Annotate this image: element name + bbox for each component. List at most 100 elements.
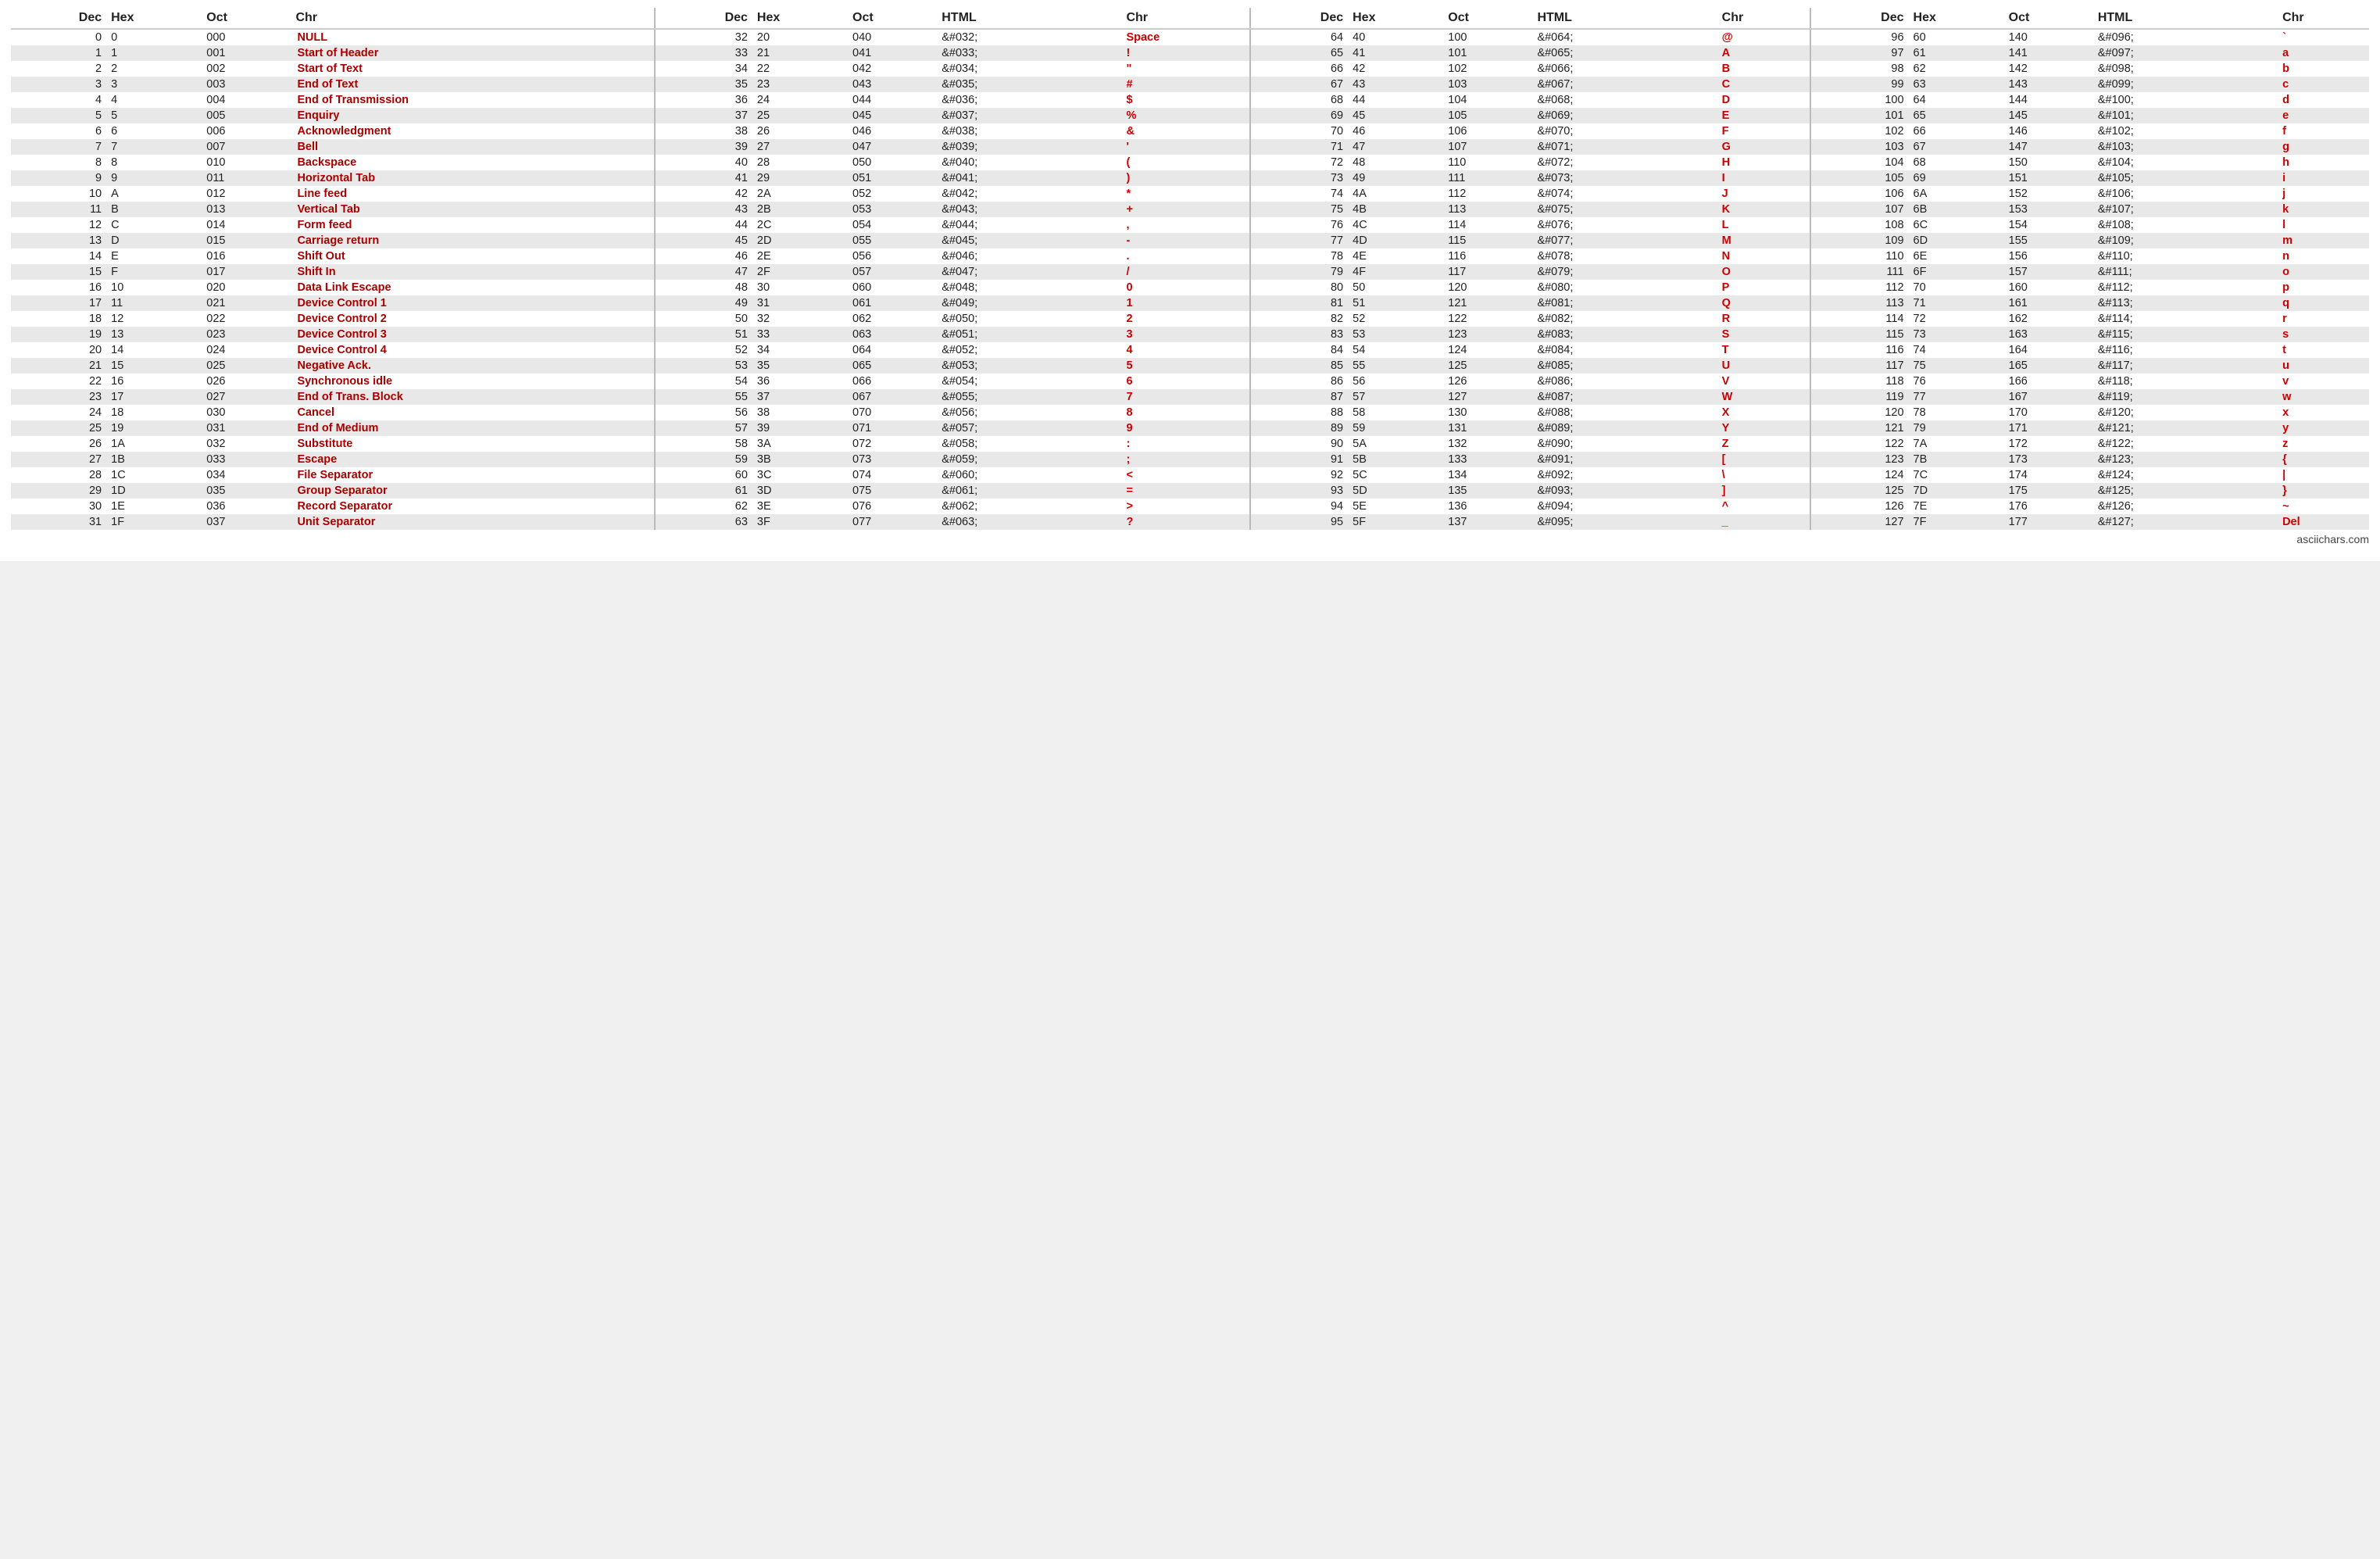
table-cell: 16: [106, 374, 202, 389]
table-cell: 3F: [752, 514, 848, 530]
table-row: 12C014Form feed442C054&#044;,764C114&#07…: [11, 217, 2369, 233]
table-cell: 011: [202, 170, 291, 186]
table-cell: 123: [1443, 327, 1532, 342]
table-cell: 34: [655, 61, 752, 77]
table-cell: Device Control 1: [291, 295, 654, 311]
table-cell: 076: [848, 499, 937, 514]
table-cell: 021: [202, 295, 291, 311]
table-cell: 42: [1348, 61, 1443, 77]
table-cell: Group Separator: [291, 483, 654, 499]
table-cell: x: [2278, 405, 2369, 420]
table-cell: 11: [11, 202, 106, 217]
table-cell: 103: [1810, 139, 1908, 155]
table-cell: B: [106, 202, 202, 217]
table-cell: 1: [1121, 295, 1250, 311]
table-cell: 053: [848, 202, 937, 217]
table-cell: 21: [11, 358, 106, 374]
table-cell: &#074;: [1532, 186, 1717, 202]
table-cell: &#077;: [1532, 233, 1717, 249]
table-cell: =: [1121, 483, 1250, 499]
table-cell: 0: [106, 29, 202, 45]
table-cell: &#070;: [1532, 123, 1717, 139]
table-cell: 016: [202, 249, 291, 264]
table-cell: 106: [1443, 123, 1532, 139]
table-cell: 17: [11, 295, 106, 311]
table-cell: 75: [1909, 358, 2004, 374]
table-cell: 5: [11, 108, 106, 123]
table-cell: &#080;: [1532, 280, 1717, 295]
table-cell: 76: [1250, 217, 1348, 233]
table-cell: 51: [655, 327, 752, 342]
table-cell: 073: [848, 452, 937, 467]
table-cell: 163: [2004, 327, 2093, 342]
table-cell: 164: [2004, 342, 2093, 358]
table-cell: &#090;: [1532, 436, 1717, 452]
table-cell: X: [1717, 405, 1811, 420]
table-cell: &#041;: [937, 170, 1121, 186]
table-cell: 124: [1443, 342, 1532, 358]
table-cell: Cancel: [291, 405, 654, 420]
table-cell: Device Control 2: [291, 311, 654, 327]
table-cell: &#049;: [937, 295, 1121, 311]
table-cell: 3E: [752, 499, 848, 514]
table-cell: 151: [2004, 170, 2093, 186]
table-cell: 7: [106, 139, 202, 155]
header-chr-2: Chr: [1121, 8, 1250, 29]
table-cell: 146: [2004, 123, 2093, 139]
table-cell: N: [1717, 249, 1811, 264]
table-cell: \: [1717, 467, 1811, 483]
table-cell: 8: [11, 155, 106, 170]
table-cell: _: [1717, 514, 1811, 530]
table-row: 2519031End of Medium5739071&#057;9895913…: [11, 420, 2369, 436]
table-row: 33003End of Text3523043&#035;#6743103&#0…: [11, 77, 2369, 92]
table-cell: Backspace: [291, 155, 654, 170]
table-cell: 49: [1348, 170, 1443, 186]
table-cell: 102: [1810, 123, 1908, 139]
table-cell: 2F: [752, 264, 848, 280]
table-cell: 010: [202, 155, 291, 170]
table-cell: 1D: [106, 483, 202, 499]
table-cell: 45: [655, 233, 752, 249]
table-cell: 153: [2004, 202, 2093, 217]
table-cell: |: [2278, 467, 2369, 483]
table-cell: }: [2278, 483, 2369, 499]
table-cell: 31: [752, 295, 848, 311]
table-cell: &#114;: [2093, 311, 2278, 327]
table-cell: 119: [1810, 389, 1908, 405]
table-cell: 72: [1909, 311, 2004, 327]
table-cell: 125: [1810, 483, 1908, 499]
table-cell: Q: [1717, 295, 1811, 311]
table-cell: &#084;: [1532, 342, 1717, 358]
table-cell: 26: [11, 436, 106, 452]
table-cell: E: [1717, 108, 1811, 123]
table-row: 55005Enquiry3725045&#037;%6945105&#069;E…: [11, 108, 2369, 123]
table-cell: &#109;: [2093, 233, 2278, 249]
table-cell: Z: [1717, 436, 1811, 452]
table-cell: &#118;: [2093, 374, 2278, 389]
table-cell: F: [106, 264, 202, 280]
table-cell: &#094;: [1532, 499, 1717, 514]
table-cell: 33: [655, 45, 752, 61]
table-cell: 071: [848, 420, 937, 436]
table-cell: 9: [106, 170, 202, 186]
table-cell: &#119;: [2093, 389, 2278, 405]
table-cell: Shift Out: [291, 249, 654, 264]
table-cell: 95: [1250, 514, 1348, 530]
table-cell: 4: [11, 92, 106, 108]
table-cell: 19: [11, 327, 106, 342]
table-cell: 020: [202, 280, 291, 295]
table-cell: 20: [11, 342, 106, 358]
table-cell: 56: [655, 405, 752, 420]
table-cell: &#061;: [937, 483, 1121, 499]
table-cell: Negative Ack.: [291, 358, 654, 374]
table-cell: 47: [655, 264, 752, 280]
table-cell: 30: [11, 499, 106, 514]
table-cell: 28: [752, 155, 848, 170]
table-cell: 173: [2004, 452, 2093, 467]
table-cell: 7D: [1909, 483, 2004, 499]
table-cell: 74: [1909, 342, 2004, 358]
table-cell: G: [1717, 139, 1811, 155]
table-cell: 043: [848, 77, 937, 92]
table-cell: 136: [1443, 499, 1532, 514]
table-cell: 125: [1443, 358, 1532, 374]
